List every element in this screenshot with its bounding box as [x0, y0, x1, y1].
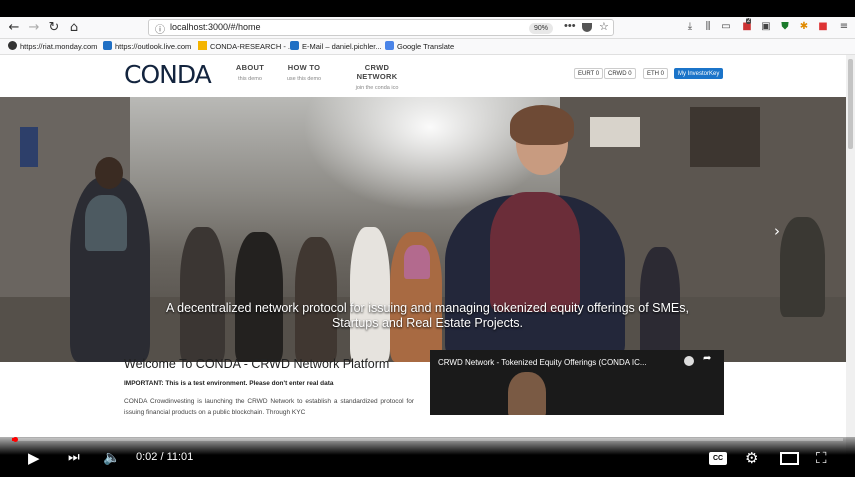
walking-person [295, 237, 337, 362]
bookmarks-bar: https://riat.monday.com https://outlook.… [0, 39, 855, 55]
nav-about[interactable]: ABOUT this demo [234, 63, 266, 82]
zoom-level[interactable]: 90% [529, 23, 554, 34]
screenshot-icon[interactable]: ▣ [760, 21, 772, 33]
progress-bar[interactable] [12, 437, 843, 442]
video-title: CRWD Network - Tokenized Equity Offering… [438, 358, 647, 367]
reload-icon[interactable]: ↻ [46, 20, 62, 36]
balance-eurt[interactable]: EURT 0 [574, 68, 604, 79]
bookmark-star-icon[interactable]: ☆ [599, 20, 609, 33]
video-top-bar [0, 0, 855, 17]
page-scrollbar[interactable] [846, 55, 855, 457]
nav-title: ABOUT [235, 63, 265, 72]
walking-person [780, 217, 825, 317]
bookmark-monday[interactable]: https://riat.monday.com [8, 41, 97, 53]
share-icon[interactable]: ➦ [703, 353, 711, 364]
outlook-icon [103, 41, 112, 50]
nav-how-to[interactable]: HOW TO use this demo [282, 63, 326, 82]
bookmark-conda-research[interactable]: CONDA-RESEARCH - ... [198, 41, 294, 53]
page-actions-icon[interactable]: ••• [564, 20, 576, 32]
carousel-next-icon[interactable]: › [774, 222, 780, 240]
fullscreen-icon[interactable]: ⛶ [816, 448, 827, 468]
site-header: CONDA ABOUT this demo HOW TO use this de… [0, 55, 855, 97]
download-icon[interactable]: ⤓ [684, 21, 696, 33]
library-icon[interactable]: ⫼ [702, 21, 714, 33]
pink-backpack [404, 245, 430, 279]
hero-caption: A decentralized network protocol for iss… [166, 301, 689, 330]
address-bar[interactable]: ⓘ localhost:3000/#/home 90% ••• ☆ [148, 19, 614, 36]
captions-icon[interactable]: CC [709, 452, 727, 465]
woman-hair [510, 105, 574, 145]
red-extension-icon[interactable]: ■ [817, 21, 829, 33]
shop-sign [590, 117, 640, 147]
nav-subtitle: this demo [238, 76, 262, 82]
backpack [85, 195, 127, 251]
blue-sign [20, 127, 38, 167]
browser-window: ← → ↻ ⌂ ⓘ localhost:3000/#/home 90% ••• … [0, 17, 855, 457]
fox-extension-icon[interactable]: ✱ [798, 21, 810, 33]
important-notice: IMPORTANT: This is a test environment. P… [124, 380, 334, 387]
watch-later-icon[interactable] [684, 356, 694, 366]
notification-badge: 2 [746, 18, 752, 24]
nav-title: HOW TO [287, 63, 321, 72]
home-icon[interactable]: ⌂ [66, 20, 82, 36]
pocket-icon[interactable] [582, 23, 592, 32]
url-text: localhost:3000/#/home [170, 22, 261, 32]
bookmark-label: E-Mail – daniel.pichler... [302, 42, 382, 51]
back-icon[interactable]: ← [6, 20, 22, 36]
bookmark-label: CONDA-RESEARCH - ... [210, 42, 295, 51]
conda-logo[interactable]: CONDA [124, 60, 212, 89]
embedded-video[interactable]: CRWD Network - Tokenized Equity Offering… [430, 350, 724, 415]
person-head [95, 157, 123, 189]
youtube-player: ← → ↻ ⌂ ⓘ localhost:3000/#/home 90% ••• … [0, 0, 855, 477]
web-page: CONDA ABOUT this demo HOW TO use this de… [0, 55, 855, 457]
nav-subtitle: join the conda ico [355, 85, 399, 91]
bookmark-label: https://riat.monday.com [20, 42, 98, 51]
drive-icon [198, 41, 207, 50]
video-thumbnail-person [508, 372, 546, 415]
bookmark-email[interactable]: E-Mail – daniel.pichler... [290, 41, 382, 53]
walking-person [180, 227, 225, 362]
bookmark-label: https://outlook.live.com [115, 42, 192, 51]
walking-person [235, 232, 283, 362]
info-icon[interactable]: ⓘ [155, 21, 165, 36]
investor-key-button[interactable]: My InvestorKey [674, 68, 724, 79]
bookmark-label: Google Translate [397, 42, 455, 51]
translate-icon [385, 41, 394, 50]
balance-crwd[interactable]: CRWD 0 [604, 68, 636, 79]
hero-carousel[interactable]: A decentralized network protocol for iss… [0, 97, 855, 362]
settings-gear-icon[interactable]: ⚙ [745, 448, 758, 468]
theater-mode-icon[interactable] [780, 452, 799, 465]
bookmark-google-translate[interactable]: Google Translate [385, 41, 454, 53]
nav-subtitle: use this demo [286, 76, 322, 82]
next-icon[interactable]: ⏭ [68, 448, 80, 468]
play-icon[interactable]: ▶ [28, 448, 40, 468]
woman-scarf [490, 192, 580, 312]
window-dark [690, 107, 760, 167]
balance-eth[interactable]: ETH 0 [643, 68, 669, 79]
monday-icon [8, 41, 17, 50]
shield-icon[interactable]: ⛊ [779, 21, 791, 33]
hamburger-menu-icon[interactable]: ≡ [838, 21, 850, 33]
nav-crwd-network[interactable]: CRWD NETWORK join the conda ico [344, 63, 410, 91]
bookmark-outlook[interactable]: https://outlook.live.com [103, 41, 191, 53]
sidebar-icon[interactable]: ▭ [720, 21, 732, 33]
browser-toolbar: ← → ↻ ⌂ ⓘ localhost:3000/#/home 90% ••• … [0, 17, 855, 39]
walking-person [350, 227, 390, 362]
scrubber-handle[interactable] [13, 437, 18, 442]
welcome-heading: Welcome To CONDA - CRWD Network Platform [124, 357, 390, 371]
volume-icon[interactable]: 🔈 [103, 448, 120, 468]
time-display: 0:02 / 11:01 [136, 451, 194, 463]
scrollbar-thumb[interactable] [848, 59, 853, 149]
nav-title: CRWD NETWORK [356, 63, 398, 81]
intro-paragraph: CONDA Crowdinvesting is launching the CR… [124, 398, 414, 416]
outlook-icon [290, 41, 299, 50]
forward-icon[interactable]: → [26, 20, 42, 36]
